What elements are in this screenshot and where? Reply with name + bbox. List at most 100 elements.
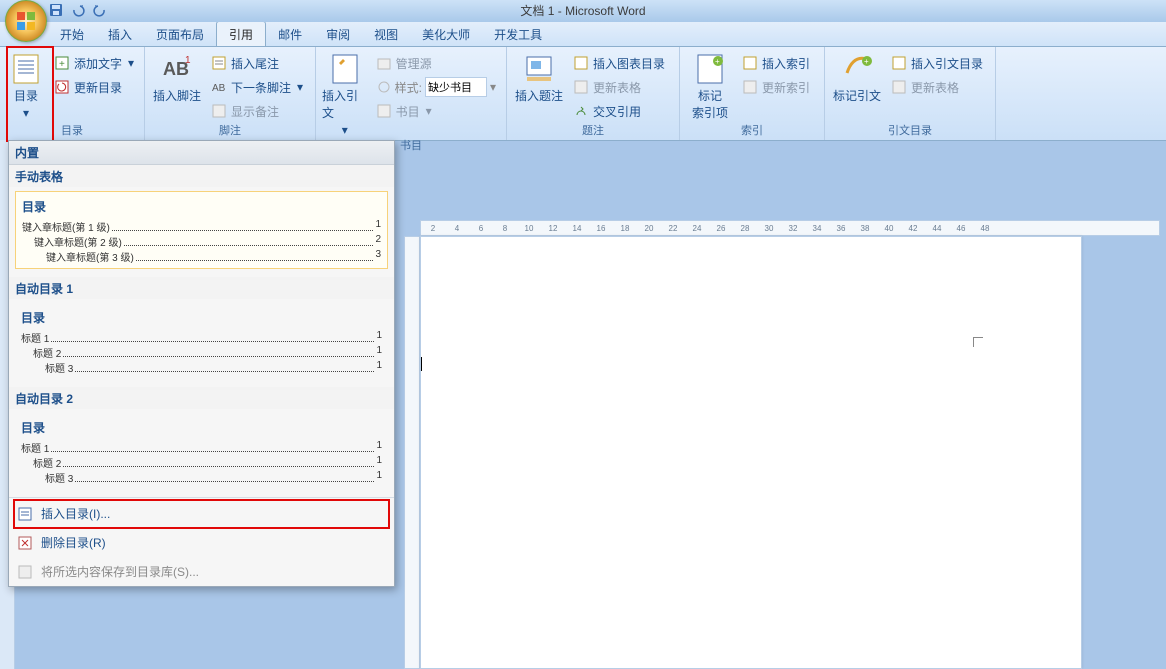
section-manual: 手动表格 (9, 165, 394, 187)
group-toc: 目录 ▾ + 添加文字▾ 更新目录 目录 (0, 47, 145, 140)
chevron-down-icon: ▾ (23, 106, 29, 120)
tab-home[interactable]: 开始 (48, 22, 96, 46)
style-value-input[interactable] (425, 77, 487, 97)
figure-table-icon (573, 55, 589, 71)
group-label: 目录 (6, 122, 138, 140)
show-notes-icon (211, 103, 227, 119)
svg-text:+: + (59, 59, 65, 70)
ruler-tick: 36 (829, 224, 853, 233)
window-title: 文档 1 - Microsoft Word (520, 4, 645, 18)
mark-citation-button[interactable]: + 标记引文 (831, 49, 883, 104)
group-label: 题注 (513, 122, 673, 140)
insert-toc-menu-item[interactable]: 插入目录(I)... (9, 499, 394, 528)
mark-entry-icon: + (694, 53, 726, 85)
tab-view[interactable]: 视图 (362, 22, 410, 46)
group-captions: 插入题注 插入图表目录 更新表格 交叉引用 题注 (507, 47, 680, 140)
ruler-tick: 32 (781, 224, 805, 233)
tab-review[interactable]: 审阅 (314, 22, 362, 46)
tab-developer[interactable]: 开发工具 (482, 22, 554, 46)
ruler-tick: 40 (877, 224, 901, 233)
toc-preview-line: 标题 11 (21, 330, 382, 345)
insert-citation-button[interactable]: 插入引文 ▾ (322, 49, 368, 137)
tab-references[interactable]: 引用 (216, 21, 266, 46)
group-citations: 插入引文 ▾ 管理源 样式:▾ 书目▾ 书目 (316, 47, 507, 140)
toc-preview-line: 键入章标题(第 2 级)2 (22, 234, 381, 249)
ruler-tick: 18 (613, 224, 637, 233)
document-page[interactable] (420, 236, 1082, 669)
ruler-tick: 16 (589, 224, 613, 233)
preview-auto1[interactable]: 目录 标题 11标题 21标题 31 (15, 303, 388, 379)
tab-mailings[interactable]: 邮件 (266, 22, 314, 46)
ruler-tick: 2 (421, 224, 445, 233)
mark-citation-icon: + (841, 53, 873, 85)
toc-preview-line: 标题 31 (21, 360, 382, 375)
insert-figure-table-button[interactable]: 插入图表目录 (569, 52, 669, 74)
add-text-button[interactable]: + 添加文字▾ (50, 52, 138, 74)
toc-preview-line: 键入章标题(第 1 级)1 (22, 219, 381, 234)
next-footnote-button[interactable]: AB下一条脚注▾ (207, 76, 307, 98)
save-gallery-icon (17, 564, 33, 580)
toc-preview-line: 键入章标题(第 3 级)3 (22, 249, 381, 264)
mark-index-entry-button[interactable]: + 标记 索引项 (686, 49, 734, 121)
preview-auto2[interactable]: 目录 标题 11标题 21标题 31 (15, 413, 388, 489)
remove-toc-menu-item[interactable]: 删除目录(R) (9, 528, 394, 557)
save-icon[interactable] (48, 2, 64, 18)
update-toc-button[interactable]: 更新目录 (50, 76, 138, 98)
insert-index-button[interactable]: 插入索引 (738, 52, 814, 74)
vertical-ruler[interactable] (404, 236, 420, 669)
ruler-tick: 28 (733, 224, 757, 233)
insert-footnote-button[interactable]: AB1 插入脚注 (151, 49, 203, 104)
ruler-tick: 20 (637, 224, 661, 233)
preview-manual[interactable]: 目录 键入章标题(第 1 级)1键入章标题(第 2 级)2键入章标题(第 3 级… (15, 191, 388, 269)
citation-style-select[interactable]: 样式:▾ (372, 76, 500, 98)
insert-caption-button[interactable]: 插入题注 (513, 49, 565, 104)
toc-button[interactable]: 目录 ▾ (6, 49, 46, 120)
office-button[interactable] (5, 0, 47, 42)
group-label: 脚注 (151, 122, 309, 140)
toc-dropdown: 内置 手动表格 目录 键入章标题(第 1 级)1键入章标题(第 2 级)2键入章… (8, 140, 395, 587)
update-index-button: 更新索引 (738, 76, 814, 98)
toc-preview-line: 标题 21 (21, 345, 382, 360)
update-caption-table-button: 更新表格 (569, 76, 669, 98)
update-icon (54, 79, 70, 95)
dropdown-header: 内置 (9, 141, 394, 165)
chevron-down-icon: ▾ (128, 56, 134, 70)
ribbon-tabs: 开始 插入 页面布局 引用 邮件 审阅 视图 美化大师 开发工具 (0, 22, 1166, 47)
update-icon (573, 79, 589, 95)
tab-insert[interactable]: 插入 (96, 22, 144, 46)
tab-beautify[interactable]: 美化大师 (410, 22, 482, 46)
group-toa: + 标记引文 插入引文目录 更新表格 引文目录 (825, 47, 996, 140)
cross-reference-button[interactable]: 交叉引用 (569, 100, 669, 122)
update-toa-button: 更新表格 (887, 76, 987, 98)
ruler-tick: 30 (757, 224, 781, 233)
tab-page-layout[interactable]: 页面布局 (144, 22, 216, 46)
cross-ref-icon (573, 103, 589, 119)
toc-icon (10, 53, 42, 85)
svg-text:+: + (864, 57, 869, 66)
caption-icon (523, 53, 555, 85)
ruler-tick: 38 (853, 224, 877, 233)
quick-access-toolbar (48, 2, 108, 18)
horizontal-ruler[interactable]: 2468101214161820222426283032343638404244… (420, 220, 1160, 236)
ruler-tick: 22 (661, 224, 685, 233)
update-icon (742, 79, 758, 95)
bibliography-button[interactable]: 书目▾ (372, 100, 500, 122)
save-to-gallery-menu-item: 将所选内容保存到目录库(S)... (9, 557, 394, 586)
insert-endnote-button[interactable]: 插入尾注 (207, 52, 307, 74)
chevron-down-icon: ▾ (426, 104, 432, 118)
redo-icon[interactable] (92, 2, 108, 18)
manage-sources-button[interactable]: 管理源 (372, 52, 500, 74)
undo-icon[interactable] (70, 2, 86, 18)
ruler-tick: 24 (685, 224, 709, 233)
insert-index-icon (742, 55, 758, 71)
endnote-icon (211, 55, 227, 71)
toc-preview-line: 标题 11 (21, 440, 382, 455)
ruler-tick: 44 (925, 224, 949, 233)
section-auto1: 自动目录 1 (9, 277, 394, 299)
insert-toa-button[interactable]: 插入引文目录 (887, 52, 987, 74)
page-corner-mark (973, 337, 983, 347)
title-bar: 文档 1 - Microsoft Word (0, 0, 1166, 22)
remove-toc-icon (17, 535, 33, 551)
group-index: + 标记 索引项 插入索引 更新索引 索引 (680, 47, 825, 140)
ribbon: 目录 ▾ + 添加文字▾ 更新目录 目录 AB1 插入脚注 (0, 47, 1166, 141)
